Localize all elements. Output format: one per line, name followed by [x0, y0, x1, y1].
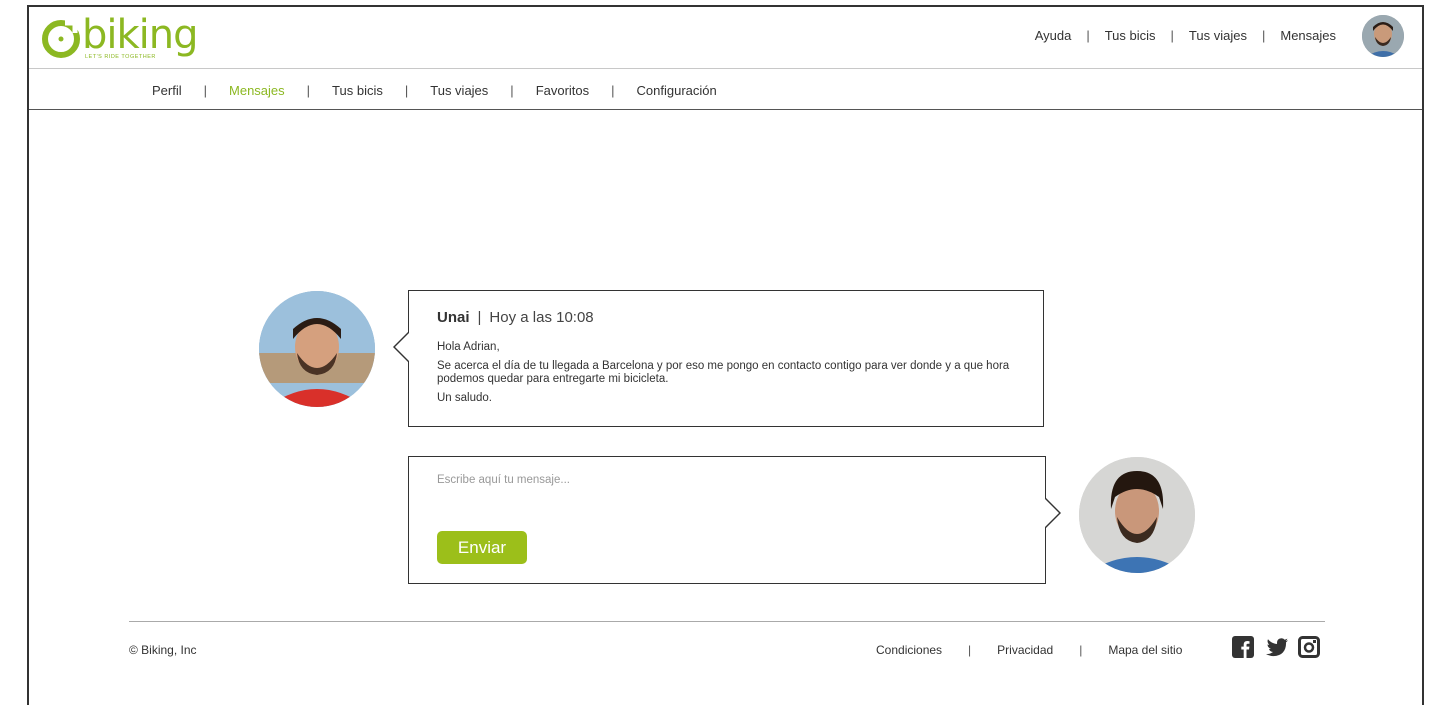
message-sender[interactable]: Unai: [437, 309, 470, 326]
bubble-tail: [393, 331, 410, 363]
top-nav: Ayuda | Tus bicis | Tus viajes | Mensaje…: [1035, 28, 1336, 43]
divider: |: [404, 83, 409, 98]
divider: |: [1261, 28, 1266, 43]
send-button[interactable]: Enviar: [437, 531, 527, 564]
tab-mensajes[interactable]: Mensajes: [229, 83, 285, 98]
top-nav-item-ayuda[interactable]: Ayuda: [1035, 28, 1072, 43]
header: biking LET'S RIDE TOGETHER Ayuda | Tus b…: [29, 7, 1422, 69]
divider: |: [611, 83, 615, 98]
top-nav-item-tus-bicis[interactable]: Tus bicis: [1105, 28, 1156, 43]
sender-avatar-image: [259, 291, 375, 407]
top-nav-item-tus-viajes[interactable]: Tus viajes: [1189, 28, 1247, 43]
footer-divider: [129, 621, 1325, 622]
twitter-icon[interactable]: [1265, 636, 1288, 658]
tab-configuracion[interactable]: Configuración: [637, 83, 717, 98]
top-nav-item-mensajes[interactable]: Mensajes: [1280, 28, 1336, 43]
tab-tus-bicis[interactable]: Tus bicis: [332, 83, 383, 98]
own-avatar-image: [1079, 457, 1195, 573]
divider: |: [1079, 643, 1083, 657]
facebook-icon[interactable]: [1232, 636, 1254, 658]
logo-tagline: LET'S RIDE TOGETHER: [85, 54, 156, 60]
sub-nav-items: Perfil | Mensajes | Tus bicis | Tus viaj…: [152, 83, 717, 98]
divider: |: [203, 83, 208, 98]
tab-tus-viajes[interactable]: Tus viajes: [430, 83, 488, 98]
page-frame: biking LET'S RIDE TOGETHER Ayuda | Tus b…: [27, 5, 1424, 705]
footer-link-mapa[interactable]: Mapa del sitio: [1108, 643, 1182, 657]
message-greeting: Hola Adrian,: [437, 341, 500, 353]
message-input[interactable]: [435, 473, 1019, 487]
message-header: Unai | Hoy a las 10:08: [437, 309, 594, 326]
sub-nav: Perfil | Mensajes | Tus bicis | Tus viaj…: [29, 69, 1422, 110]
user-avatar[interactable]: [1362, 15, 1404, 57]
user-avatar-image: [1362, 15, 1404, 57]
message-time: Hoy a las 10:08: [489, 309, 594, 326]
message-closing: Un saludo.: [437, 392, 492, 404]
own-avatar[interactable]: [1079, 457, 1195, 573]
footer-link-condiciones[interactable]: Condiciones: [876, 643, 942, 657]
instagram-icon[interactable]: [1298, 636, 1320, 658]
sender-avatar[interactable]: [259, 291, 375, 407]
divider: |: [968, 643, 972, 657]
divider: |: [1170, 28, 1174, 43]
logo-text: biking: [82, 12, 199, 58]
logo-wheel-icon: [42, 20, 80, 58]
bubble-tail: [1044, 497, 1061, 529]
divider: |: [306, 83, 311, 98]
social-links: [1232, 636, 1320, 658]
footer-link-privacidad[interactable]: Privacidad: [997, 643, 1053, 657]
message-bubble: Unai | Hoy a las 10:08 Hola Adrian, Se ace…: [393, 290, 1044, 427]
tab-perfil[interactable]: Perfil: [152, 83, 182, 98]
divider: |: [477, 309, 482, 326]
reply-box: Enviar: [408, 456, 1061, 584]
divider: |: [1086, 28, 1090, 43]
footer-links: Condiciones | Privacidad | Mapa del siti…: [876, 643, 1182, 657]
tab-favoritos[interactable]: Favoritos: [536, 83, 589, 98]
copyright: © Biking, Inc: [129, 643, 197, 657]
message-text: Se acerca el día de tu llegada a Barcelo…: [437, 360, 1010, 385]
message-body: Hola Adrian, Se acerca el día de tu lleg…: [437, 341, 1027, 411]
divider: |: [510, 83, 514, 98]
